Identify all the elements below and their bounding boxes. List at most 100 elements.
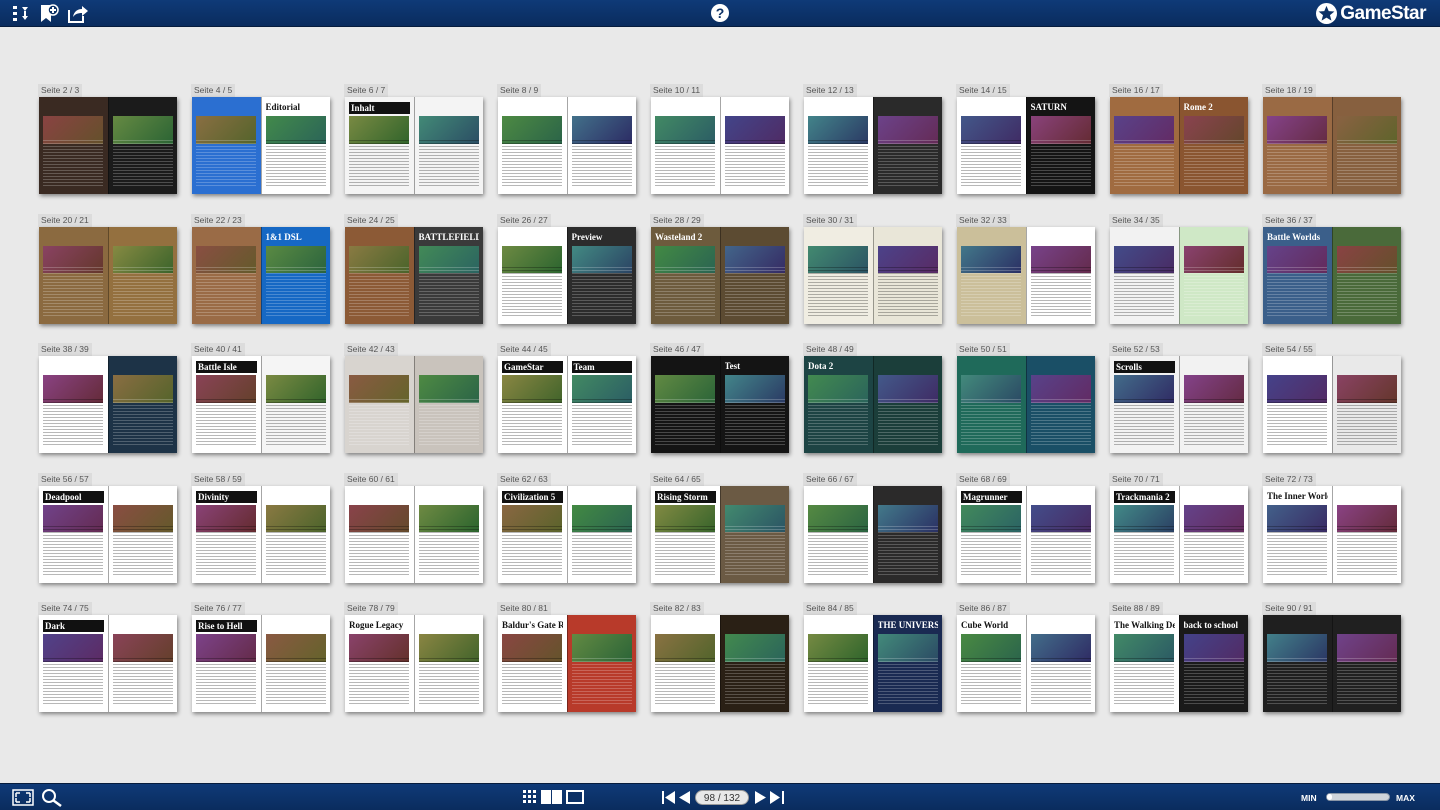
spread-preview[interactable]: Deadpool [39,485,177,583]
page-spread-thumbnail[interactable]: Seite 16 / 17 Rome 2 [1109,84,1248,195]
page-spread-thumbnail[interactable]: Seite 14 / 15 SATURN [956,84,1095,195]
page-spread-thumbnail[interactable]: Seite 8 / 9 [497,84,636,195]
page-spread-thumbnail[interactable]: Seite 88 / 89 The Walking Dead back to sch… [1109,602,1248,713]
spread-preview[interactable] [1263,356,1401,453]
double-page-view-icon[interactable] [541,790,563,804]
page-spread-thumbnail[interactable]: Seite 84 / 85 THE UNIVERSE OF FANDOM [803,602,942,713]
spread-preview[interactable]: Battle Isle [192,356,330,453]
spread-preview[interactable] [651,615,789,712]
page-spread-thumbnail[interactable]: Seite 50 / 51 [956,343,1095,454]
page-spread-thumbnail[interactable]: Seite 90 / 91 [1262,602,1401,713]
page-spread-thumbnail[interactable]: Seite 64 / 65 Rising Storm [650,472,789,584]
page-spread-thumbnail[interactable]: Seite 76 / 77 Rise to Hell [191,602,330,713]
spread-preview[interactable] [804,485,942,583]
page-spread-thumbnail[interactable]: Seite 42 / 43 [344,343,483,454]
grid-view-icon[interactable] [523,790,537,804]
next-page-icon[interactable] [755,791,766,804]
spread-preview[interactable]: Rise to Hell [192,615,330,712]
spread-preview[interactable]: Rome 2 [1110,97,1248,194]
page-spread-thumbnail[interactable]: Seite 36 / 37 Battle Worlds [1262,213,1401,325]
spread-preview[interactable]: SATURN [957,97,1095,194]
spread-preview[interactable] [39,356,177,453]
page-spread-thumbnail[interactable]: Seite 86 / 87 Cube World [956,602,1095,713]
spread-preview[interactable] [39,97,177,194]
page-spread-thumbnail[interactable]: Seite 38 / 39 [38,343,177,454]
spread-preview[interactable]: The Inner World [1263,485,1401,583]
spread-preview[interactable]: Dota 2 [804,356,942,453]
spread-preview[interactable] [39,226,177,324]
page-spread-thumbnail[interactable]: Seite 18 / 19 [1262,84,1401,195]
spread-preview[interactable]: Rising Storm [651,485,789,583]
page-spread-thumbnail[interactable]: Seite 28 / 29 Wasteland 2 [650,213,789,325]
spread-preview[interactable] [651,97,789,194]
page-spread-thumbnail[interactable]: Seite 22 / 23 1&1 DSL [191,213,330,325]
spread-preview[interactable]: Dark [39,615,177,712]
spread-preview[interactable]: Rogue Legacy [345,615,483,712]
page-spread-thumbnail[interactable]: Seite 52 / 53 Scrolls [1109,343,1248,454]
page-spread-thumbnail[interactable]: Seite 72 / 73 The Inner World [1262,472,1401,584]
page-spread-thumbnail[interactable]: Seite 66 / 67 [803,472,942,584]
spread-preview[interactable] [804,97,942,194]
spread-preview[interactable] [957,356,1095,453]
page-spread-thumbnail[interactable]: Seite 74 / 75 Dark [38,602,177,713]
spread-preview[interactable] [804,226,942,324]
spread-preview[interactable]: BATTLEFIELD [345,226,483,324]
page-spread-thumbnail[interactable]: Seite 60 / 61 [344,472,483,584]
last-page-icon[interactable] [770,791,784,804]
spread-preview[interactable]: Trackmania 2 [1110,485,1248,583]
spread-preview[interactable]: Cube World [957,615,1095,712]
page-spread-thumbnail[interactable]: Seite 48 / 49 Dota 2 [803,343,942,454]
page-spread-thumbnail[interactable]: Seite 54 / 55 [1262,343,1401,454]
page-spread-thumbnail[interactable]: Seite 30 / 31 [803,213,942,325]
spread-preview[interactable]: Civilization 5 [498,485,636,583]
page-spread-thumbnail[interactable]: Seite 40 / 41 Battle Isle [191,343,330,454]
single-page-view-icon[interactable] [566,790,584,804]
spread-preview[interactable]: GameStar Team [498,356,636,453]
bookmark-add-icon[interactable] [38,3,60,24]
page-spread-thumbnail[interactable]: Seite 2 / 3 [38,84,177,195]
page-spread-thumbnail[interactable]: Seite 70 / 71 Trackmania 2 [1109,472,1248,584]
page-spread-thumbnail[interactable]: Seite 46 / 47 Test [650,343,789,454]
page-spread-thumbnail[interactable]: Seite 26 / 27 Preview [497,213,636,325]
page-spread-thumbnail[interactable]: Seite 32 / 33 [956,213,1095,325]
spread-preview[interactable] [1110,226,1248,324]
previous-page-icon[interactable] [679,791,690,804]
page-spread-thumbnail[interactable]: Seite 78 / 79 Rogue Legacy [344,602,483,713]
page-spread-thumbnail[interactable]: Seite 12 / 13 [803,84,942,195]
spread-preview[interactable]: Wasteland 2 [651,226,789,324]
page-spread-thumbnail[interactable]: Seite 24 / 25 BATTLEFIELD [344,213,483,325]
spread-preview[interactable] [1263,615,1401,712]
page-spread-thumbnail[interactable]: Seite 6 / 7 Inhalt [344,84,483,195]
spread-preview[interactable] [1263,97,1401,194]
page-spread-thumbnail[interactable]: Seite 10 / 11 [650,84,789,195]
first-page-icon[interactable] [662,791,676,804]
spread-preview[interactable] [345,356,483,453]
fullscreen-icon[interactable] [12,789,34,806]
spread-preview[interactable]: The Walking Dead back to school [1110,615,1248,712]
spread-preview[interactable]: Magrunner [957,485,1095,583]
search-icon[interactable] [41,788,63,807]
page-spread-thumbnail[interactable]: Seite 44 / 45 GameStar Team [497,343,636,454]
page-spread-thumbnail[interactable]: Seite 34 / 35 [1109,213,1248,325]
spread-preview[interactable]: Editorial [192,97,330,194]
spread-preview[interactable] [345,485,483,583]
spread-preview[interactable]: Preview [498,226,636,324]
page-spread-thumbnail[interactable]: Seite 68 / 69 Magrunner [956,472,1095,584]
spread-preview[interactable]: Divinity [192,485,330,583]
share-icon[interactable] [67,3,89,24]
spread-preview[interactable]: Baldur's Gate Reloaded [498,615,636,712]
spread-preview[interactable]: THE UNIVERSE OF FANDOM [804,615,942,712]
page-spread-thumbnail[interactable]: Seite 20 / 21 [38,213,177,325]
page-spread-thumbnail[interactable]: Seite 80 / 81 Baldur's Gate Reloaded [497,602,636,713]
spread-preview[interactable]: Scrolls [1110,356,1248,453]
spread-preview[interactable] [498,97,636,194]
zoom-slider[interactable] [1326,793,1390,801]
spread-preview[interactable]: Inhalt [345,97,483,194]
spread-preview[interactable]: Battle Worlds [1263,226,1401,324]
page-number-input[interactable]: 98 / 132 [695,790,749,805]
spread-preview[interactable]: Test [651,356,789,453]
spread-preview[interactable]: 1&1 DSL [192,226,330,324]
spread-preview[interactable] [957,226,1095,324]
page-spread-thumbnail[interactable]: Seite 82 / 83 [650,602,789,713]
help-icon[interactable]: ? [711,4,729,22]
